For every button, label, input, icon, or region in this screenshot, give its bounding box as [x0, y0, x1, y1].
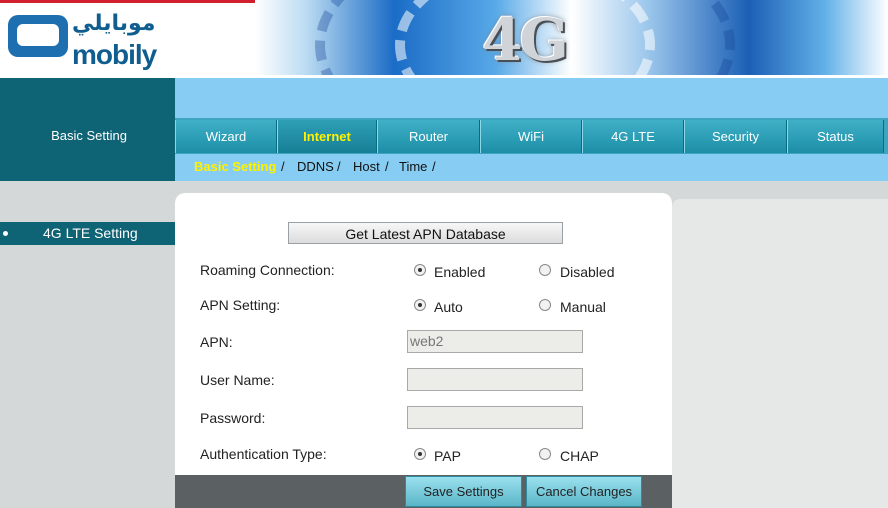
subtab-separator: /: [385, 159, 389, 174]
top-bar: [175, 78, 888, 118]
subtab-separator: /: [281, 159, 285, 174]
auth-pap-radio[interactable]: [414, 448, 426, 460]
subtab-ddns[interactable]: DDNS: [297, 159, 334, 174]
section-header: Basic Setting: [0, 78, 175, 181]
sidebar-item-label: 4G LTE Setting: [43, 225, 138, 241]
subtab-separator: /: [337, 159, 341, 174]
tab-internet[interactable]: Internet: [277, 120, 377, 153]
auth-chap-label: CHAP: [560, 448, 599, 464]
roaming-disabled-label: Disabled: [560, 264, 615, 280]
apn-manual-label: Manual: [560, 299, 606, 315]
apn-manual-radio[interactable]: [539, 299, 551, 311]
tab-wizard[interactable]: Wizard: [175, 120, 277, 153]
username-label: User Name:: [200, 372, 275, 388]
subtab-basic-setting[interactable]: Basic Setting: [194, 159, 276, 174]
tab-router[interactable]: Router: [377, 120, 480, 153]
tab-wifi[interactable]: WiFi: [480, 120, 582, 153]
tab-security[interactable]: Security: [684, 120, 787, 153]
banner-4g-graphic: [255, 0, 888, 75]
banner-4g-text: 4G: [482, 6, 569, 74]
tab-status[interactable]: Status: [787, 120, 884, 153]
tab-4g-lte[interactable]: 4G LTE: [582, 120, 684, 153]
roaming-enabled-radio[interactable]: [414, 264, 426, 276]
apn-auto-radio[interactable]: [414, 299, 426, 311]
password-field[interactable]: [407, 406, 583, 429]
section-label: Basic Setting: [51, 128, 127, 143]
side-panel: [672, 199, 888, 508]
auth-type-label: Authentication Type:: [200, 446, 327, 462]
cancel-changes-button[interactable]: Cancel Changes: [526, 476, 642, 507]
auth-pap-label: PAP: [434, 448, 461, 464]
apn-setting-label: APN Setting:: [200, 297, 281, 313]
get-apn-database-button[interactable]: Get Latest APN Database: [288, 222, 563, 244]
mobily-logo-icon: [8, 15, 68, 57]
logo-arabic-text: موبايلي: [72, 11, 156, 36]
apn-auto-label: Auto: [434, 299, 463, 315]
roaming-label: Roaming Connection:: [200, 262, 335, 278]
roaming-enabled-label: Enabled: [434, 264, 486, 280]
apn-field[interactable]: web2: [407, 330, 583, 353]
save-settings-button[interactable]: Save Settings: [405, 476, 522, 507]
logo-text: mobily: [72, 39, 157, 70]
bullet-icon: [3, 231, 8, 236]
subtab-time[interactable]: Time: [399, 159, 427, 174]
sub-tabs: Basic Setting / DDNS / Host / Time /: [175, 154, 888, 181]
auth-chap-radio[interactable]: [539, 448, 551, 460]
password-label: Password:: [200, 410, 266, 426]
subtab-host[interactable]: Host: [353, 159, 380, 174]
username-field[interactable]: [407, 368, 583, 391]
apn-label: APN:: [200, 334, 233, 350]
roaming-disabled-radio[interactable]: [539, 264, 551, 276]
sidebar-item-4g-lte-setting[interactable]: 4G LTE Setting: [0, 222, 175, 245]
subtab-separator: /: [432, 159, 436, 174]
